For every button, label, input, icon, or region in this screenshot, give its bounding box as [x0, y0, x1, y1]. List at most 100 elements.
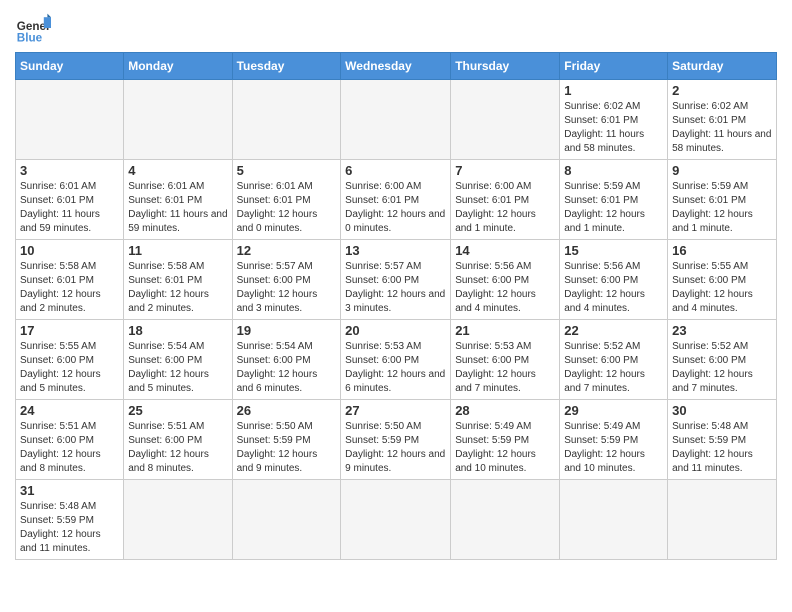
day-of-week-header: Thursday: [451, 53, 560, 80]
calendar-day-cell: [341, 80, 451, 160]
calendar-day-cell: 5 Sunrise: 6:01 AM Sunset: 6:01 PM Daylig…: [232, 160, 341, 240]
calendar-day-cell: 20Sunrise: 5:53 AM Sunset: 6:00 PM Dayli…: [341, 320, 451, 400]
calendar-day-cell: 29 Sunrise: 5:49 AM Sunset: 5:59 PM Dayli…: [560, 400, 668, 480]
calendar-day-cell: 22Sunrise: 5:52 AM Sunset: 6:00 PM Dayli…: [560, 320, 668, 400]
day-number: 21: [455, 323, 555, 338]
calendar-week-row: 17 Sunrise: 5:55 AM Sunset: 6:00 PM Dayli…: [16, 320, 777, 400]
day-info: Sunrise: 5:52 AM Sunset: 6:00 PM Dayligh…: [564, 341, 645, 394]
calendar-day-cell: 28 Sunrise: 5:49 AM Sunset: 5:59 PM Dayli…: [451, 400, 560, 480]
day-info: Sunrise: 5:50 AM Sunset: 5:59 PM Dayligh…: [237, 421, 318, 474]
day-info: Sunrise: 5:51 AM Sunset: 6:00 PM Dayligh…: [128, 421, 209, 474]
day-info: Sunrise: 5:48 AM Sunset: 5:59 PM Dayligh…: [20, 501, 101, 554]
calendar-day-cell: 1 Sunrise: 6:02 AM Sunset: 6:01 PM Daylig…: [560, 80, 668, 160]
day-number: 11: [128, 243, 227, 258]
calendar-day-cell: 12 Sunrise: 5:57 AM Sunset: 6:00 PM Dayli…: [232, 240, 341, 320]
calendar-day-cell: 9Sunrise: 5:59 AM Sunset: 6:01 PM Daylig…: [668, 160, 777, 240]
day-number: 1: [564, 83, 663, 98]
day-info: Sunrise: 5:58 AM Sunset: 6:01 PM Dayligh…: [128, 261, 209, 314]
calendar-day-cell: 4 Sunrise: 6:01 AM Sunset: 6:01 PM Daylig…: [124, 160, 232, 240]
calendar-day-cell: [232, 80, 341, 160]
day-number: 4: [128, 163, 227, 178]
day-info: Sunrise: 5:50 AM Sunset: 5:59 PM Dayligh…: [345, 421, 445, 474]
day-info: Sunrise: 5:55 AM Sunset: 6:00 PM Dayligh…: [672, 261, 753, 314]
day-number: 15: [564, 243, 663, 258]
day-number: 10: [20, 243, 119, 258]
day-info: Sunrise: 5:56 AM Sunset: 6:00 PM Dayligh…: [564, 261, 645, 314]
day-of-week-header: Monday: [124, 53, 232, 80]
calendar-day-cell: 8Sunrise: 5:59 AM Sunset: 6:01 PM Daylig…: [560, 160, 668, 240]
calendar-day-cell: [451, 480, 560, 560]
day-info: Sunrise: 5:58 AM Sunset: 6:01 PM Dayligh…: [20, 261, 101, 314]
calendar-week-row: 24Sunrise: 5:51 AM Sunset: 6:00 PM Dayli…: [16, 400, 777, 480]
calendar-week-row: 31 Sunrise: 5:48 AM Sunset: 5:59 PM Dayli…: [16, 480, 777, 560]
day-number: 26: [237, 403, 337, 418]
calendar-day-cell: [124, 80, 232, 160]
day-number: 7: [455, 163, 555, 178]
calendar-day-cell: [341, 480, 451, 560]
day-info: Sunrise: 6:01 AM Sunset: 6:01 PM Dayligh…: [20, 181, 100, 234]
day-number: 17: [20, 323, 119, 338]
day-info: Sunrise: 5:54 AM Sunset: 6:00 PM Dayligh…: [237, 341, 318, 394]
day-info: Sunrise: 5:57 AM Sunset: 6:00 PM Dayligh…: [345, 261, 445, 314]
day-info: Sunrise: 5:53 AM Sunset: 6:00 PM Dayligh…: [345, 341, 445, 394]
day-number: 30: [672, 403, 772, 418]
day-number: 5: [237, 163, 337, 178]
page-header: General Blue: [15, 10, 777, 46]
day-number: 13: [345, 243, 446, 258]
day-info: Sunrise: 5:52 AM Sunset: 6:00 PM Dayligh…: [672, 341, 753, 394]
calendar-day-cell: 30 Sunrise: 5:48 AM Sunset: 5:59 PM Dayli…: [668, 400, 777, 480]
day-info: Sunrise: 5:56 AM Sunset: 6:00 PM Dayligh…: [455, 261, 536, 314]
day-number: 3: [20, 163, 119, 178]
svg-text:Blue: Blue: [17, 32, 43, 45]
calendar-day-cell: [124, 480, 232, 560]
calendar-day-cell: [451, 80, 560, 160]
day-info: Sunrise: 6:02 AM Sunset: 6:01 PM Dayligh…: [564, 101, 644, 154]
day-info: Sunrise: 5:49 AM Sunset: 5:59 PM Dayligh…: [564, 421, 645, 474]
day-info: Sunrise: 5:48 AM Sunset: 5:59 PM Dayligh…: [672, 421, 753, 474]
day-of-week-header: Sunday: [16, 53, 124, 80]
calendar-day-cell: 15 Sunrise: 5:56 AM Sunset: 6:00 PM Dayli…: [560, 240, 668, 320]
day-number: 29: [564, 403, 663, 418]
day-of-week-header: Wednesday: [341, 53, 451, 80]
day-info: Sunrise: 5:54 AM Sunset: 6:00 PM Dayligh…: [128, 341, 209, 394]
day-number: 8: [564, 163, 663, 178]
calendar-day-cell: 14 Sunrise: 5:56 AM Sunset: 6:00 PM Dayli…: [451, 240, 560, 320]
calendar-day-cell: 17 Sunrise: 5:55 AM Sunset: 6:00 PM Dayli…: [16, 320, 124, 400]
day-number: 31: [20, 483, 119, 498]
calendar-day-cell: 19Sunrise: 5:54 AM Sunset: 6:00 PM Dayli…: [232, 320, 341, 400]
calendar-day-cell: [560, 480, 668, 560]
calendar-day-cell: 6 Sunrise: 6:00 AM Sunset: 6:01 PM Daylig…: [341, 160, 451, 240]
day-of-week-header: Friday: [560, 53, 668, 80]
calendar-day-cell: 10 Sunrise: 5:58 AM Sunset: 6:01 PM Dayli…: [16, 240, 124, 320]
day-number: 28: [455, 403, 555, 418]
day-info: Sunrise: 5:55 AM Sunset: 6:00 PM Dayligh…: [20, 341, 101, 394]
calendar-week-row: 1 Sunrise: 6:02 AM Sunset: 6:01 PM Daylig…: [16, 80, 777, 160]
calendar-day-cell: 24Sunrise: 5:51 AM Sunset: 6:00 PM Dayli…: [16, 400, 124, 480]
calendar-day-cell: [232, 480, 341, 560]
day-number: 2: [672, 83, 772, 98]
logo-icon: General Blue: [15, 10, 51, 46]
calendar-table: SundayMondayTuesdayWednesdayThursdayFrid…: [15, 52, 777, 560]
day-info: Sunrise: 5:51 AM Sunset: 6:00 PM Dayligh…: [20, 421, 101, 474]
day-info: Sunrise: 5:57 AM Sunset: 6:00 PM Dayligh…: [237, 261, 318, 314]
day-info: Sunrise: 6:01 AM Sunset: 6:01 PM Dayligh…: [128, 181, 227, 234]
day-of-week-header: Tuesday: [232, 53, 341, 80]
calendar-day-cell: 11 Sunrise: 5:58 AM Sunset: 6:01 PM Dayli…: [124, 240, 232, 320]
calendar-day-cell: 21 Sunrise: 5:53 AM Sunset: 6:00 PM Dayli…: [451, 320, 560, 400]
day-number: 14: [455, 243, 555, 258]
calendar-day-cell: 16 Sunrise: 5:55 AM Sunset: 6:00 PM Dayli…: [668, 240, 777, 320]
day-info: Sunrise: 6:01 AM Sunset: 6:01 PM Dayligh…: [237, 181, 318, 234]
calendar-week-row: 10 Sunrise: 5:58 AM Sunset: 6:01 PM Dayli…: [16, 240, 777, 320]
day-number: 12: [237, 243, 337, 258]
day-info: Sunrise: 5:53 AM Sunset: 6:00 PM Dayligh…: [455, 341, 536, 394]
day-info: Sunrise: 6:00 AM Sunset: 6:01 PM Dayligh…: [345, 181, 445, 234]
day-info: Sunrise: 6:00 AM Sunset: 6:01 PM Dayligh…: [455, 181, 536, 234]
calendar-day-cell: 27Sunrise: 5:50 AM Sunset: 5:59 PM Dayli…: [341, 400, 451, 480]
calendar-week-row: 3 Sunrise: 6:01 AM Sunset: 6:01 PM Daylig…: [16, 160, 777, 240]
calendar-day-cell: 18 Sunrise: 5:54 AM Sunset: 6:00 PM Dayli…: [124, 320, 232, 400]
day-number: 25: [128, 403, 227, 418]
day-info: Sunrise: 5:49 AM Sunset: 5:59 PM Dayligh…: [455, 421, 536, 474]
day-number: 16: [672, 243, 772, 258]
day-number: 6: [345, 163, 446, 178]
day-number: 18: [128, 323, 227, 338]
